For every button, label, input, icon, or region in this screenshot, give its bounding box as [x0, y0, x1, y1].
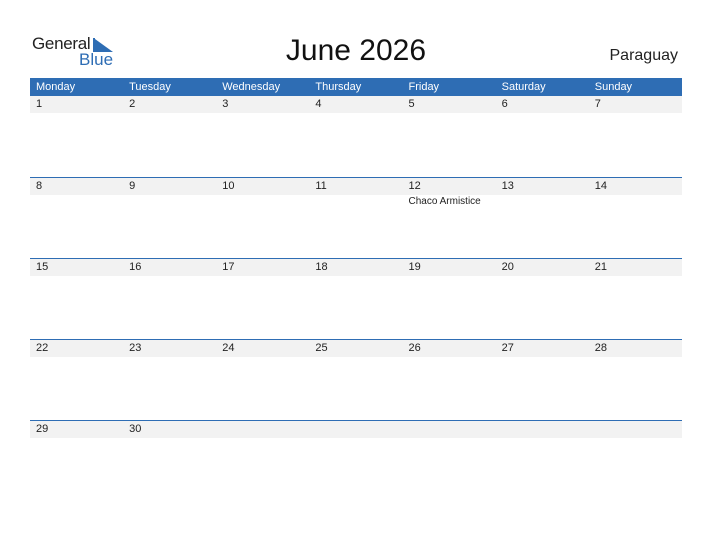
day-number: 17	[222, 261, 235, 273]
day-number	[216, 421, 309, 438]
holiday-event	[216, 438, 309, 439]
day-number: 27	[501, 342, 514, 354]
weekday-header: Monday Tuesday Wednesday Thursday Friday…	[30, 78, 682, 96]
weekday-friday: Friday	[408, 81, 440, 93]
day-number: 8	[36, 180, 43, 192]
holiday-event	[309, 357, 402, 358]
holiday-event	[216, 276, 309, 277]
weekday-thursday: Thursday	[315, 81, 362, 93]
holiday-event	[123, 276, 216, 277]
day-number: 4	[315, 98, 322, 110]
day-number: 1	[36, 98, 43, 110]
holiday-event	[589, 357, 682, 358]
day-number-band: 22 23 24 25 26 27 28	[30, 340, 682, 357]
holiday-event	[30, 195, 123, 207]
week-row: 15 16 17 18 19 20 21	[30, 258, 682, 339]
holiday-event	[30, 276, 123, 277]
holiday-event	[309, 438, 402, 439]
weekday-monday: Monday	[36, 81, 76, 93]
day-number	[403, 421, 496, 438]
day-number: 2	[129, 98, 136, 110]
day-number: 20	[501, 261, 514, 273]
holiday-event	[589, 276, 682, 277]
week-row: 1 2 3 4 5 6 7	[30, 96, 682, 177]
day-number-band: 1 2 3 4 5 6 7	[30, 96, 682, 113]
holiday-event	[589, 113, 682, 114]
events-band: Chaco Armistice	[30, 195, 682, 207]
holiday-event	[403, 113, 496, 114]
weekday-tuesday: Tuesday	[129, 81, 171, 93]
day-number: 9	[129, 180, 136, 192]
weekday-sunday: Sunday	[594, 81, 633, 93]
holiday-event	[589, 195, 682, 207]
events-band	[30, 276, 682, 277]
holiday-event	[30, 113, 123, 114]
day-number	[496, 421, 589, 438]
holiday-event	[216, 113, 309, 114]
day-number-band: 8 9 10 11 12 13 14	[30, 178, 682, 195]
holiday-event	[216, 357, 309, 358]
week-row: 29 30	[30, 420, 682, 501]
day-number: 21	[594, 261, 607, 273]
day-number: 12	[408, 180, 421, 192]
calendar-grid: Monday Tuesday Wednesday Thursday Friday…	[30, 78, 682, 501]
events-band	[30, 357, 682, 358]
holiday-event	[309, 276, 402, 277]
day-number: 30	[129, 423, 142, 435]
holiday-event	[496, 113, 589, 114]
day-number: 13	[501, 180, 514, 192]
day-number-band: 15 16 17 18 19 20 21	[30, 259, 682, 276]
weekday-saturday: Saturday	[501, 81, 546, 93]
holiday-event	[403, 438, 496, 439]
day-number: 22	[36, 342, 49, 354]
holiday-event	[403, 276, 496, 277]
day-number: 14	[594, 180, 607, 192]
day-number: 19	[408, 261, 421, 273]
day-number	[309, 421, 402, 438]
day-number-band: 29 30	[30, 421, 682, 438]
day-number: 18	[315, 261, 328, 273]
country-label: Paraguay	[609, 47, 679, 64]
holiday-event	[30, 357, 123, 358]
day-number: 11	[315, 180, 327, 192]
holiday-event	[309, 195, 402, 207]
holiday-event	[309, 113, 402, 114]
holiday-event	[123, 195, 216, 207]
day-number: 23	[129, 342, 142, 354]
day-number: 29	[36, 423, 49, 435]
holiday-event	[123, 357, 216, 358]
holiday-event	[30, 438, 123, 439]
day-number: 16	[129, 261, 142, 273]
holiday-event	[403, 357, 496, 358]
holiday-event	[216, 195, 309, 207]
holiday-event: Chaco Armistice	[408, 196, 481, 207]
week-row: 22 23 24 25 26 27 28	[30, 339, 682, 420]
holiday-event	[496, 195, 589, 207]
holiday-event	[496, 276, 589, 277]
day-number: 3	[222, 98, 229, 110]
week-row: 8 9 10 11 12 13 14 Chaco Armistice	[30, 177, 682, 258]
holiday-event	[123, 113, 216, 114]
holiday-event	[123, 438, 216, 439]
day-number: 26	[408, 342, 421, 354]
day-number: 28	[594, 342, 607, 354]
events-band	[30, 113, 682, 114]
day-number: 7	[594, 98, 601, 110]
day-number: 15	[36, 261, 49, 273]
holiday-event	[589, 438, 682, 439]
events-band	[30, 438, 682, 439]
calendar-title: June 2026	[285, 34, 427, 67]
day-number: 5	[408, 98, 415, 110]
day-number: 6	[501, 98, 508, 110]
day-number: 24	[222, 342, 235, 354]
holiday-event	[496, 357, 589, 358]
day-number	[589, 421, 682, 438]
day-number: 25	[315, 342, 328, 354]
weekday-wednesday: Wednesday	[222, 81, 281, 93]
day-number: 10	[222, 180, 235, 192]
holiday-event	[496, 438, 589, 439]
